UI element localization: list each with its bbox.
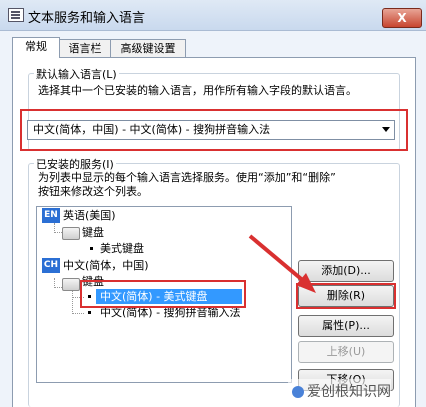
arrow-shaft xyxy=(248,234,308,285)
watermark-text: 爱创根知识网 xyxy=(307,384,391,400)
watermark: 爱创根知识网 xyxy=(288,379,391,405)
red-arrow-annotation xyxy=(248,234,316,293)
tab-general[interactable]: 常规 xyxy=(12,37,60,58)
paw-icon xyxy=(292,386,304,398)
